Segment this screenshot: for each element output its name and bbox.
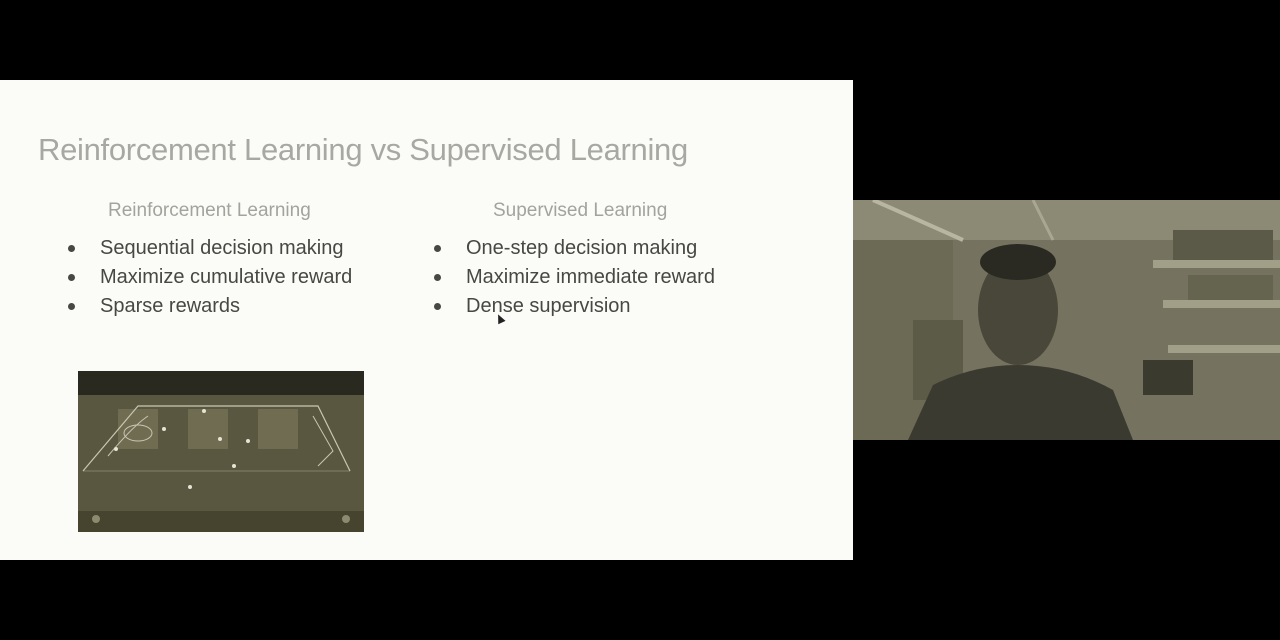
supervised-learning-list: One-step decision making Maximize immedi… — [434, 236, 715, 323]
bullet-icon — [434, 245, 441, 252]
list-item-text: Maximize immediate reward — [466, 266, 715, 288]
slide-title: Reinforcement Learning vs Supervised Lea… — [38, 132, 688, 167]
presenter-webcam-feed — [853, 200, 1280, 440]
list-item-text: One-step decision making — [466, 237, 698, 259]
list-item: Maximize immediate reward — [434, 265, 715, 294]
bullet-icon — [434, 274, 441, 281]
reinforcement-learning-heading: Reinforcement Learning — [108, 200, 311, 221]
list-item: Maximize cumulative reward — [68, 265, 352, 294]
bullet-icon — [68, 274, 75, 281]
bullet-icon — [68, 245, 75, 252]
list-item-text: Maximize cumulative reward — [100, 266, 353, 288]
list-item: One-step decision making — [434, 236, 715, 265]
soccer-game-screenshot — [78, 371, 364, 532]
list-item-text: Sparse rewards — [100, 295, 241, 317]
reinforcement-learning-list: Sequential decision making Maximize cumu… — [68, 236, 352, 323]
list-item-text: Dense supervision — [466, 295, 631, 317]
list-item-text: Sequential decision making — [100, 237, 344, 259]
list-item: Sparse rewards — [68, 294, 352, 323]
presentation-slide: Reinforcement Learning vs Supervised Lea… — [0, 80, 853, 560]
presenter-video-icon — [853, 200, 1280, 440]
list-item: Sequential decision making — [68, 236, 352, 265]
list-item: Dense supervision — [434, 294, 715, 323]
bullet-icon — [68, 303, 75, 310]
bullet-icon — [434, 303, 441, 310]
soccer-field-icon — [78, 371, 364, 532]
supervised-learning-heading: Supervised Learning — [493, 200, 668, 221]
